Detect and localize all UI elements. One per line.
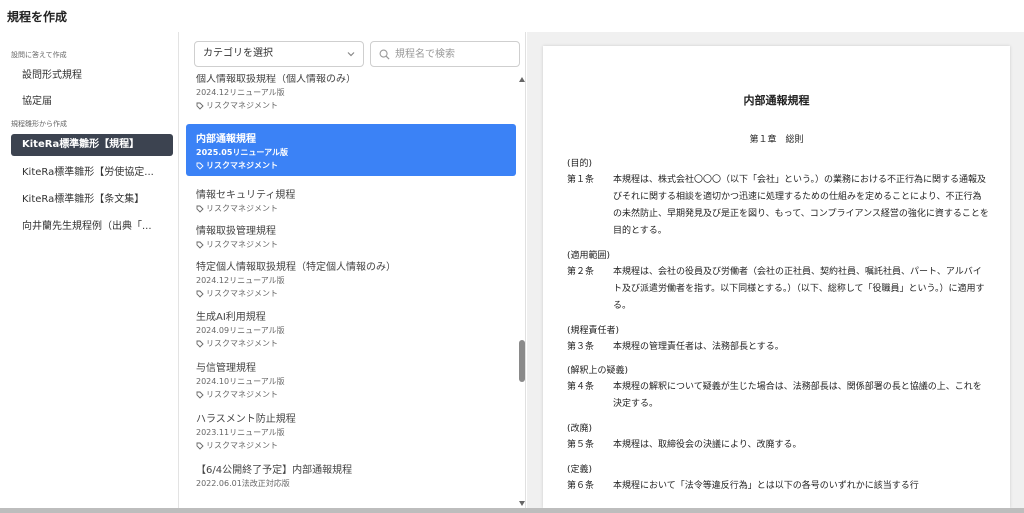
item-meta: 2024.09リニューアル版 [196,326,285,335]
item-name: 個人情報取扱規程（個人情報のみ） [196,74,356,85]
sidebar-section-label: 設問に答えて作成 [11,51,67,59]
scroll-thumb[interactable] [519,340,525,382]
search-input[interactable] [395,46,515,63]
list-item-selected[interactable]: 内部通報規程 2025.05リニューアル版 リスクマネジメント [186,124,516,176]
sidebar-item-question-format[interactable]: 設問形式規程 [11,65,173,87]
article-body: 本規程の管理責任者は、法務部長とする。 [613,342,784,352]
article: 第５条 本規程は、取締役会の決議により、改廃する。 [567,437,990,454]
tag-icon [196,442,204,450]
article-number: 第４条 [567,382,595,392]
item-name: 【6/4公開終了予定】内部通報規程 [196,465,353,476]
chevron-down-icon [347,52,355,57]
section-heading: (目的) [567,159,593,169]
article-body: 本規程は、取締役会の決議により、改廃する。 [613,440,802,450]
sidebar-item-kitera-labor[interactable]: KiteRa標準雛形【労使協定... [11,162,173,184]
list-item[interactable]: 与信管理規程 2024.10リニューアル版 リスクマネジメント [186,353,516,405]
list-item[interactable]: 【6/4公開終了予定】内部通報規程 2022.06.01法改正対応版 [186,455,516,507]
sidebar-item-agreement[interactable]: 協定届 [11,91,173,113]
article-number: 第１条 [567,175,595,185]
search-icon [379,49,390,60]
regulation-list: 個人情報取扱規程（個人情報のみ） 2024.12リニューアル版 リスクマネジメン… [186,74,516,508]
item-meta: 2022.06.01法改正対応版 [196,479,290,488]
article-number: 第５条 [567,440,595,450]
item-meta: 2025.05リニューアル版 [196,148,289,157]
window-bottom-scrollbar[interactable] [0,508,1024,513]
list-item[interactable]: 情報セキュリティ規程 リスクマネジメント [186,180,516,218]
document-page: 内部通報規程 第１章 総則 (目的) 第１条 本規程は、株式会社〇〇〇（以下「会… [543,46,1010,508]
article-body: 本規程は、株式会社〇〇〇（以下「会社」という。）の業務における不正行為に関する通… [613,175,989,236]
app-root: 規程を作成 設問に答えて作成 設問形式規程 協定届 規程雛形から作成 KiteR… [0,0,1024,513]
item-meta: 2024.12リニューアル版 [196,88,285,97]
sidebar-section-label: 規程雛形から作成 [11,120,67,128]
scroll-down-arrow-icon[interactable] [519,501,525,506]
section-heading: (定義) [567,465,593,475]
sidebar-item-kitera-rules[interactable]: KiteRa標準雛形【規程】 [11,134,173,156]
item-tag: リスクマネジメント [196,160,516,171]
article: 第４条 本規程の解釈について疑義が生じた場合は、法務部長は、関係部署の長と協議の… [567,379,990,413]
sidebar-item-mukai-examples[interactable]: 向井蘭先生規程例（出典「... [11,216,173,238]
list-item[interactable]: 生成AI利用規程 2024.09リニューアル版 リスクマネジメント [186,302,516,354]
item-name: 情報取扱管理規程 [196,226,276,237]
item-name: 生成AI利用規程 [196,312,266,323]
item-tag: リスクマネジメント [196,440,516,451]
article-body: 本規程は、会社の役員及び労働者（会社の正社員、契約社員、嘱託社員、パート、アルバ… [613,267,985,311]
section-heading: (改廃) [567,424,593,434]
tag-icon [196,290,204,298]
article-body: 本規程において「法令等違反行為」とは以下の各号のいずれかに該当する行 [613,481,919,491]
list-item[interactable]: 個人情報取扱規程（個人情報のみ） 2024.12リニューアル版 リスクマネジメン… [186,74,516,110]
item-name: 内部通報規程 [196,134,256,145]
tag-icon [196,102,204,110]
item-tag: リスクマネジメント [196,389,516,400]
section-heading: (解釈上の疑義) [567,366,629,376]
item-name: 情報セキュリティ規程 [196,190,296,201]
tag-icon [196,162,204,170]
scroll-up-arrow-icon[interactable] [519,77,525,82]
item-tag: リスクマネジメント [196,203,516,214]
item-tag: リスクマネジメント [196,288,516,299]
chapter-heading: 第１章 総則 [749,135,804,145]
sidebar-item-kitera-clauses[interactable]: KiteRa標準雛形【条文集】 [11,189,173,211]
article: 第３条 本規程の管理責任者は、法務部長とする。 [567,339,990,356]
item-tag: リスクマネジメント [196,100,516,111]
article-number: 第２条 [567,267,595,277]
item-name: 与信管理規程 [196,363,256,374]
list-scrollbar[interactable] [518,74,526,508]
tag-icon [196,241,204,249]
item-name: 特定個人情報取扱規程（特定個人情報のみ） [196,262,396,273]
template-sidebar: 設問に答えて作成 設問形式規程 協定届 規程雛形から作成 KiteRa標準雛形【… [0,32,179,508]
article-number: 第６条 [567,481,595,491]
article: 第６条 本規程において「法令等違反行為」とは以下の各号のいずれかに該当する行 [567,478,990,495]
page-title: 規程を作成 [7,10,68,24]
item-meta: 2024.12リニューアル版 [196,276,285,285]
header-bar: 規程を作成 [0,0,1024,32]
item-tag: リスクマネジメント [196,338,516,349]
regulation-list-pane: カテゴリを選択 個人情報取扱規程（個人情報のみ） 2024.12リニューアル版 … [180,32,526,508]
item-tag: リスクマネジメント [196,239,516,250]
list-item[interactable]: 情報取扱管理規程 リスクマネジメント [186,216,516,254]
tag-icon [196,205,204,213]
list-item[interactable]: 特定個人情報取扱規程（特定個人情報のみ） 2024.12リニューアル版 リスクマ… [186,252,516,304]
category-select-label: カテゴリを選択 [203,48,273,59]
document-preview: 内部通報規程 第１章 総則 (目的) 第１条 本規程は、株式会社〇〇〇（以下「会… [527,32,1024,508]
section-heading: (規程責任者) [567,326,620,336]
section-heading: (適用範囲) [567,251,611,261]
category-select[interactable]: カテゴリを選択 [194,41,364,67]
item-meta: 2023.11リニューアル版 [196,428,285,437]
item-meta: 2024.10リニューアル版 [196,377,285,386]
article: 第２条 本規程は、会社の役員及び労働者（会社の正社員、契約社員、嘱託社員、パート… [567,264,990,315]
article-body: 本規程の解釈について疑義が生じた場合は、法務部長は、関係部署の長と協議の上、これ… [613,382,982,409]
article-number: 第３条 [567,342,595,352]
tag-icon [196,391,204,399]
tag-icon [196,340,204,348]
list-item[interactable]: ハラスメント防止規程 2023.11リニューアル版 リスクマネジメント [186,404,516,456]
article: 第１条 本規程は、株式会社〇〇〇（以下「会社」という。）の業務における不正行為に… [567,172,990,240]
document-title: 内部通報規程 [743,94,810,107]
search-box[interactable] [370,41,520,67]
item-name: ハラスメント防止規程 [196,414,296,425]
